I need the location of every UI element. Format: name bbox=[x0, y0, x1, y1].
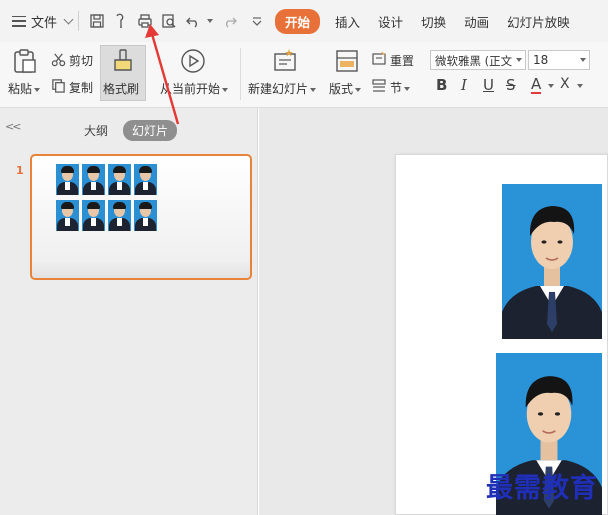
thumbnail-photo bbox=[108, 164, 131, 195]
font-color-dropdown-icon[interactable] bbox=[548, 84, 554, 88]
font-name-select[interactable]: 微软雅黑 (正文 bbox=[430, 50, 526, 70]
font-color-button[interactable]: A bbox=[531, 76, 542, 94]
clear-format-button[interactable]: X bbox=[560, 76, 570, 92]
new-slide-icon[interactable] bbox=[272, 48, 298, 74]
new-slide-label: 新建幻灯片 bbox=[248, 82, 309, 96]
chevron-down-icon bbox=[516, 58, 522, 62]
red-arrow-annotation bbox=[145, 24, 180, 125]
slide-number: 1 bbox=[16, 164, 24, 177]
redo-icon[interactable] bbox=[221, 12, 239, 30]
slide-canvas[interactable] bbox=[395, 154, 608, 515]
tab-animations[interactable]: 动画 bbox=[464, 12, 489, 31]
tab-transitions[interactable]: 切换 bbox=[421, 12, 446, 31]
separator bbox=[78, 11, 80, 31]
strikethrough-button[interactable]: S bbox=[506, 76, 516, 94]
section-button[interactable]: 节 bbox=[390, 79, 411, 96]
scissors-icon bbox=[51, 53, 66, 67]
caret-icon bbox=[222, 87, 229, 92]
save-icon[interactable] bbox=[88, 12, 106, 30]
collapse-panel-icon[interactable]: << bbox=[5, 120, 22, 133]
thumbnail-photo bbox=[56, 164, 79, 195]
chevron-down-icon bbox=[580, 58, 586, 62]
chevron-down-icon bbox=[63, 14, 74, 24]
ribbon: 粘贴 剪切 复制 格式刷 从当前开始 新建幻灯片 版式 重置 节 微软雅黑 (正… bbox=[0, 42, 608, 108]
brush-icon bbox=[114, 49, 132, 71]
layout-label: 版式 bbox=[329, 82, 354, 96]
caret-icon bbox=[577, 84, 583, 88]
italic-button[interactable]: I bbox=[461, 76, 467, 94]
slide-thumbnail[interactable] bbox=[30, 154, 252, 280]
paste-label: 粘贴 bbox=[8, 82, 33, 96]
font-size-value: 18 bbox=[533, 53, 549, 67]
cut-button[interactable]: 剪切 bbox=[69, 52, 93, 69]
thumbnail-photo bbox=[134, 164, 157, 195]
tab-home[interactable]: 开始 bbox=[275, 8, 321, 34]
font-size-select[interactable]: 18 bbox=[528, 50, 590, 70]
layout-icon[interactable] bbox=[334, 48, 360, 74]
format-painter-label: 格式刷 bbox=[103, 82, 140, 96]
reset-button[interactable]: 重置 bbox=[390, 52, 414, 69]
file-menu-button[interactable]: 文件 bbox=[12, 12, 74, 31]
paste-button[interactable]: 粘贴 bbox=[8, 80, 41, 97]
undo-dropdown-icon[interactable] bbox=[207, 19, 214, 23]
font-name-value: 微软雅黑 (正文 bbox=[435, 54, 513, 68]
thumbnail-photo bbox=[82, 200, 105, 231]
caret-icon bbox=[355, 87, 362, 92]
underline-button[interactable]: U bbox=[483, 76, 494, 94]
caret-icon bbox=[310, 87, 317, 92]
file-menu-label: 文件 bbox=[31, 15, 58, 31]
id-photo[interactable] bbox=[502, 184, 602, 339]
thumbnail-photo bbox=[108, 200, 131, 231]
bold-button[interactable]: B bbox=[436, 76, 447, 94]
hamburger-icon bbox=[12, 15, 26, 27]
tab-design[interactable]: 设计 bbox=[378, 12, 403, 31]
section-label: 节 bbox=[390, 81, 403, 95]
paste-icon[interactable] bbox=[12, 48, 38, 74]
tab-outline[interactable]: 大纲 bbox=[84, 122, 108, 139]
tab-insert[interactable]: 插入 bbox=[335, 12, 360, 31]
format-painter-quick-icon[interactable] bbox=[112, 12, 130, 30]
caret-icon bbox=[404, 86, 411, 91]
layout-button[interactable]: 版式 bbox=[329, 80, 362, 97]
tab-slideshow[interactable]: 幻灯片放映 bbox=[507, 12, 570, 31]
slides-panel: << 大纲 幻灯片 1 bbox=[0, 108, 258, 515]
copy-icon bbox=[52, 79, 65, 93]
thumbnail-photo bbox=[134, 200, 157, 231]
watermark-logo: 最需教育 bbox=[486, 473, 598, 504]
section-icon bbox=[372, 79, 386, 92]
copy-button[interactable]: 复制 bbox=[69, 79, 93, 96]
reset-icon bbox=[372, 51, 386, 65]
thumbnail-photo bbox=[56, 200, 79, 231]
separator bbox=[240, 48, 241, 100]
slide-canvas-area bbox=[259, 108, 608, 515]
caret-icon bbox=[34, 87, 41, 92]
customize-toolbar-icon[interactable] bbox=[248, 12, 266, 30]
portrait-image bbox=[502, 206, 602, 339]
menu-bar: 文件 开始 插入 设计 切换 动画 幻灯片放映 bbox=[0, 0, 608, 42]
new-slide-button[interactable]: 新建幻灯片 bbox=[248, 80, 317, 97]
thumbnail-photo bbox=[82, 164, 105, 195]
